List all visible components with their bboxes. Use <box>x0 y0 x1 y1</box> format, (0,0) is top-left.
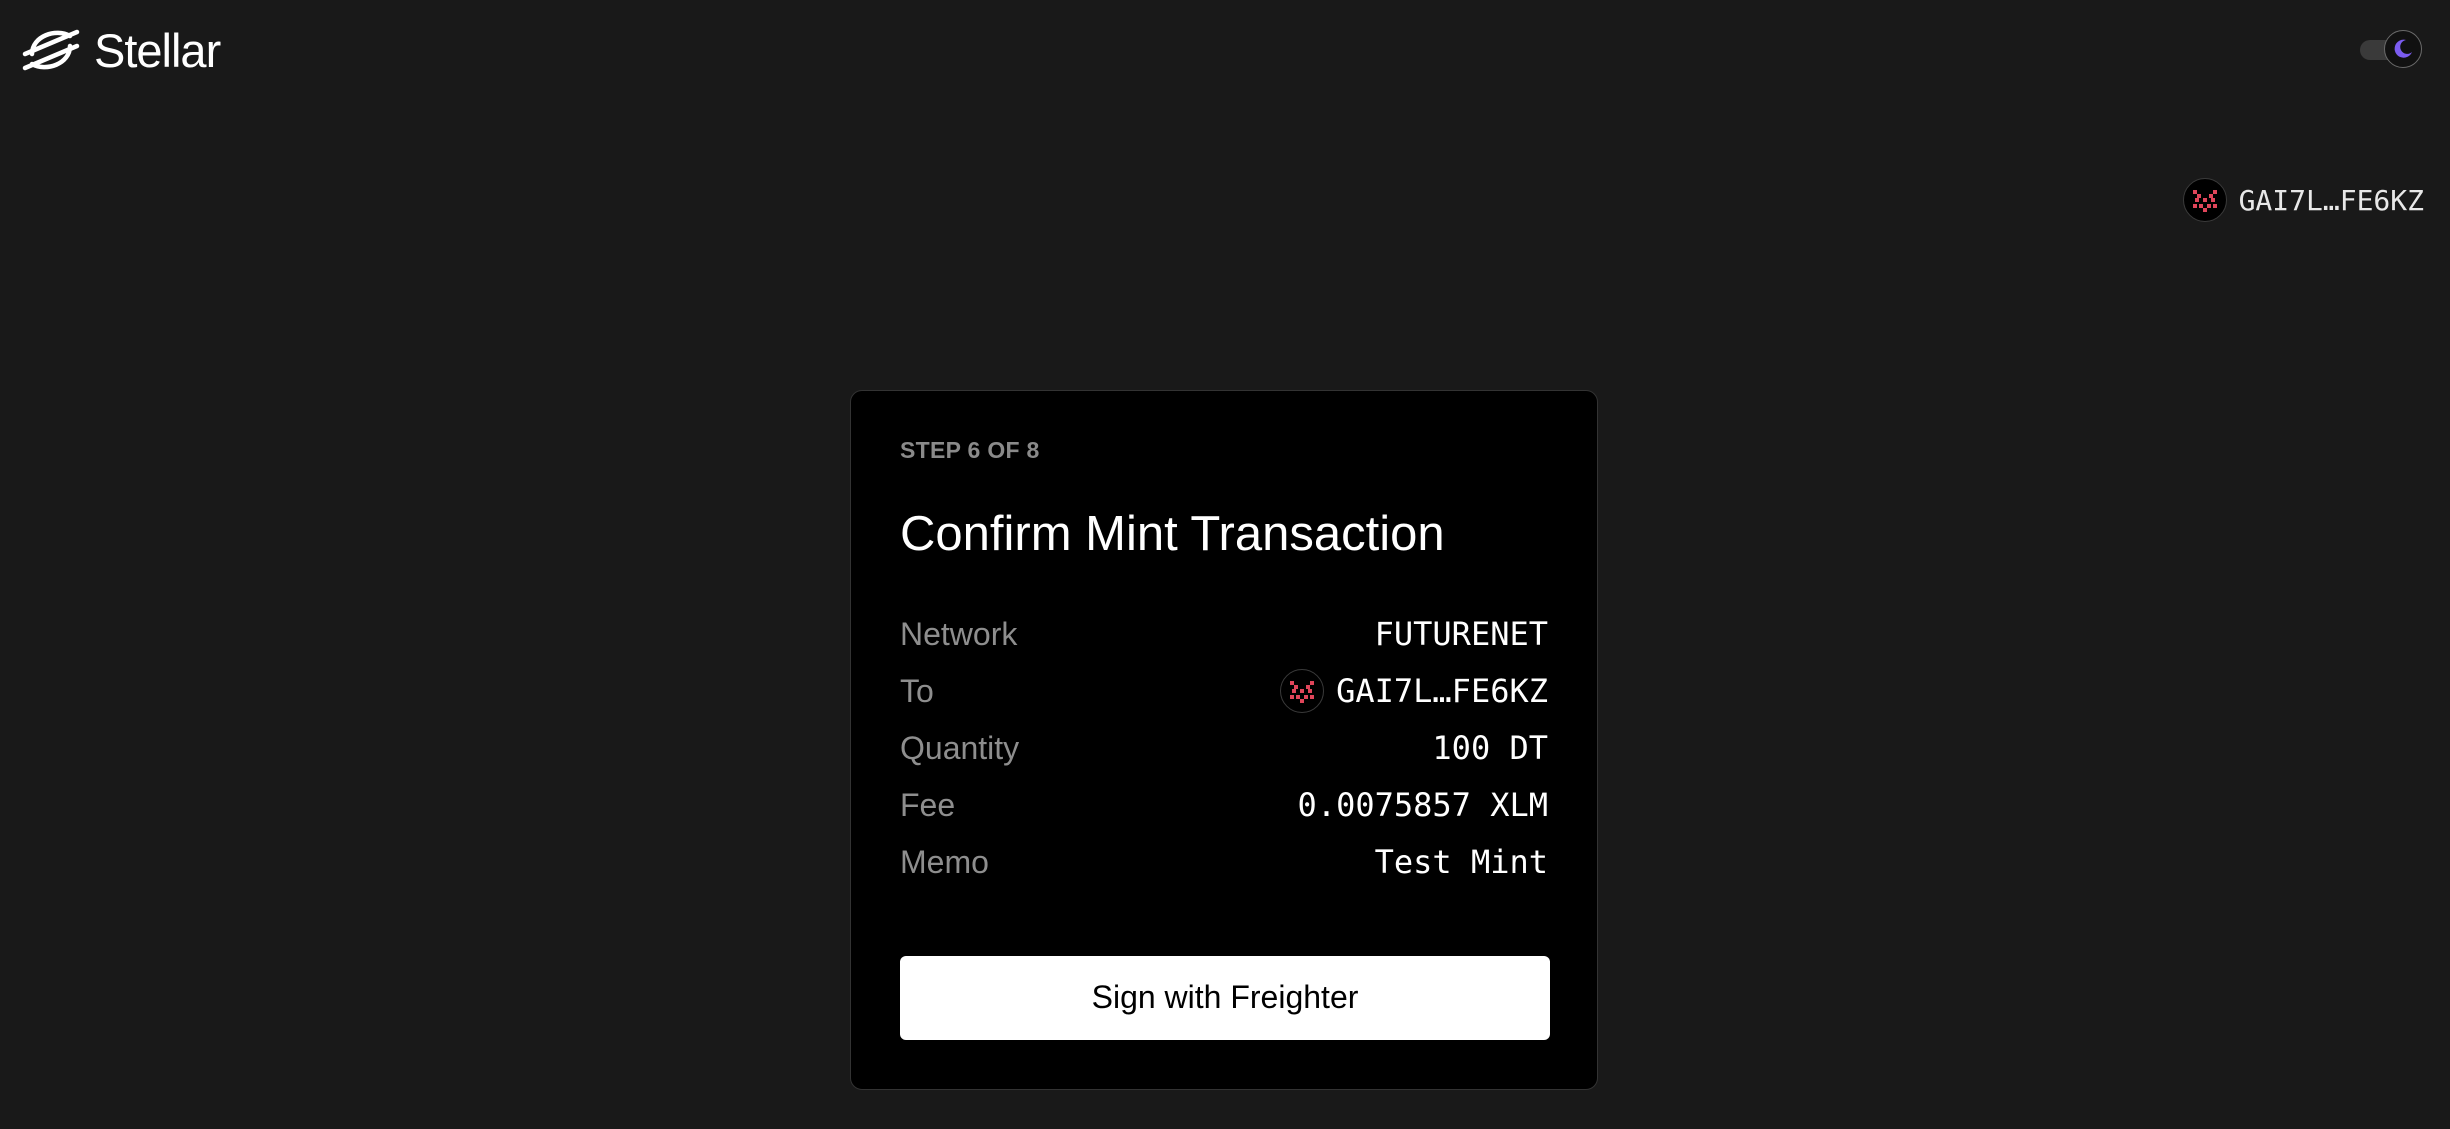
detail-value: Test Mint <box>1374 843 1548 882</box>
detail-row-to: To GAI7L…FE6KZ <box>900 663 1548 720</box>
page: Stellar GAI7L…FE6KZ STEP 6 OF 8 Confirm … <box>0 0 2450 1129</box>
stellar-logo[interactable]: Stellar <box>22 23 221 77</box>
card-title: Confirm Mint Transaction <box>900 507 1445 561</box>
identicon-icon <box>2192 190 2217 212</box>
moon-icon <box>2394 39 2412 58</box>
detail-label: Fee <box>900 786 956 823</box>
detail-value: 0.0075857 XLM <box>1297 786 1548 825</box>
detail-label: To <box>900 672 934 709</box>
recipient-identicon <box>1280 669 1325 714</box>
transaction-details: Network FUTURENET To GAI7L…FE6KZ Quantit… <box>900 606 1548 891</box>
brand-name: Stellar <box>94 23 221 77</box>
detail-value: 100 DT <box>1432 729 1548 768</box>
detail-row-quantity: Quantity 100 DT <box>900 720 1548 777</box>
detail-row-network: Network FUTURENET <box>900 606 1548 663</box>
connected-account[interactable]: GAI7L…FE6KZ <box>2182 178 2424 222</box>
stellar-logo-icon <box>22 29 80 71</box>
confirm-card: STEP 6 OF 8 Confirm Mint Transaction Net… <box>850 390 1598 1090</box>
detail-row-memo: Memo Test Mint <box>900 834 1548 891</box>
identicon-icon <box>1290 681 1315 704</box>
theme-toggle[interactable] <box>2358 30 2424 70</box>
sign-with-freighter-button[interactable]: Sign with Freighter <box>900 955 1550 1040</box>
toggle-knob <box>2384 30 2422 68</box>
detail-value-recipient: GAI7L…FE6KZ <box>1280 669 1548 714</box>
detail-label: Network <box>900 615 1018 652</box>
account-address: GAI7L…FE6KZ <box>2238 183 2424 217</box>
detail-label: Memo <box>900 843 989 880</box>
recipient-address: GAI7L…FE6KZ <box>1336 672 1548 711</box>
step-indicator: STEP 6 OF 8 <box>900 437 1040 463</box>
detail-value: FUTURENET <box>1374 615 1548 654</box>
detail-label: Quantity <box>900 729 1020 766</box>
account-identicon <box>2182 178 2227 222</box>
detail-row-fee: Fee 0.0075857 XLM <box>900 777 1548 834</box>
